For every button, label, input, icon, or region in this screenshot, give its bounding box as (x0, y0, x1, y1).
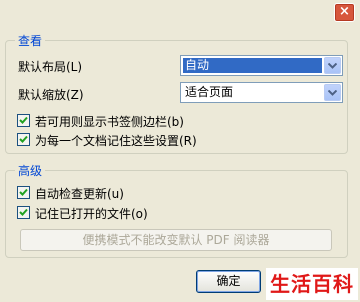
chevron-down-icon[interactable] (324, 57, 341, 74)
chevron-down-icon[interactable] (324, 84, 341, 101)
default-zoom-select[interactable]: 适合页面 (180, 82, 343, 103)
checkbox-box[interactable] (17, 186, 30, 199)
bookmarks-sidebar-label: 若可用则显示书签侧边栏(b) (35, 115, 184, 129)
close-button[interactable]: × (334, 3, 355, 22)
default-layout-label: 默认布局(L) (18, 60, 83, 74)
default-zoom-label: 默认缩放(Z) (18, 88, 84, 102)
default-layout-select[interactable]: 自动 (180, 55, 343, 76)
view-group-title: 查看 (15, 32, 46, 49)
checkbox-box[interactable] (17, 133, 30, 146)
auto-update-label: 自动检查更新(u) (35, 187, 124, 201)
remember-open-files-label: 记住已打开的文件(o) (35, 207, 148, 221)
checkbox-box[interactable] (17, 206, 30, 219)
remember-settings-label: 为每一个文档记住这些设置(R) (35, 134, 197, 148)
advanced-group-title: 高级 (15, 162, 46, 179)
set-default-reader-button: 便携模式不能改变默认 PDF 阅读器 (20, 229, 332, 251)
default-zoom-value: 适合页面 (185, 85, 234, 99)
default-layout-value: 自动 (183, 58, 322, 73)
watermark-logo: 生活百科 (266, 268, 358, 300)
checkbox-box[interactable] (17, 114, 30, 127)
ok-button[interactable]: 确定 (196, 270, 261, 293)
